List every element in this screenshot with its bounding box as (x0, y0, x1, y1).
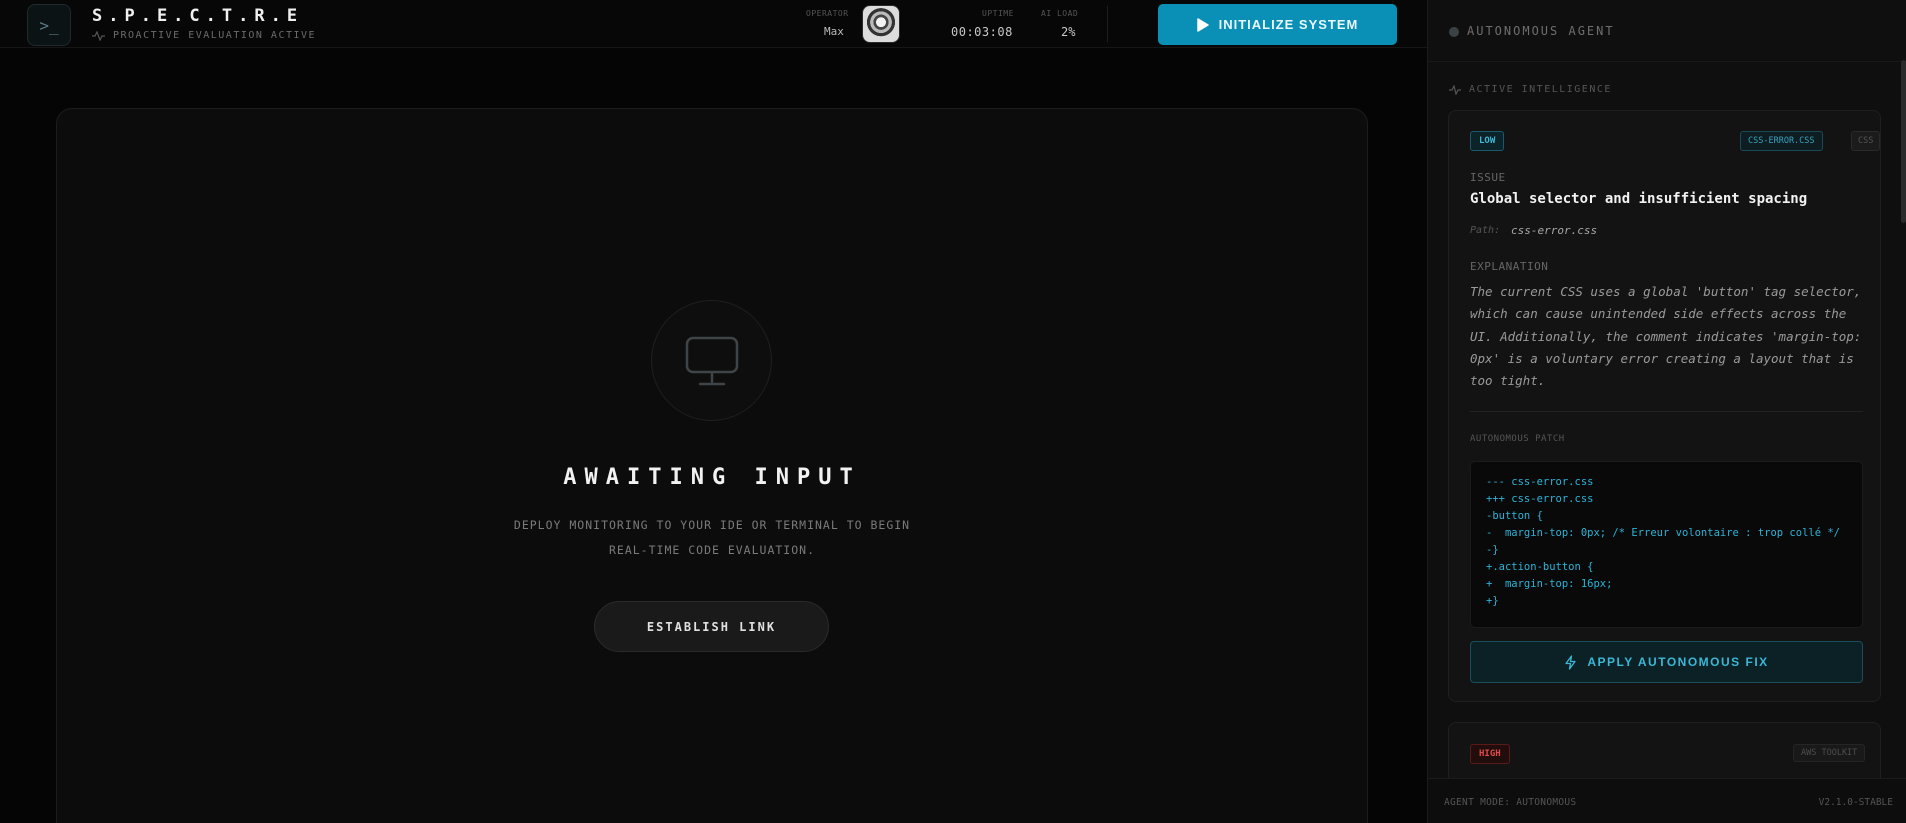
monitor-icon (685, 336, 738, 385)
header-divider (1107, 6, 1108, 42)
explanation-label: EXPLANATION (1470, 260, 1549, 273)
brand-title: S.P.E.C.T.R.E (92, 6, 304, 26)
awaiting-subtitle: DEPLOY MONITORING TO YOUR IDE OR TERMINA… (513, 518, 911, 557)
play-icon (1196, 17, 1209, 32)
top-header: >_ S.P.E.C.T.R.E PROACTIVE EVALUATION AC… (0, 0, 1427, 48)
operator-label: OPERATOR (806, 9, 849, 18)
agent-panel-header: AUTONOMOUS AGENT (1428, 0, 1906, 62)
patch-code-block: --- css-error.css +++ css-error.css -but… (1470, 461, 1863, 628)
activity-icon (1449, 84, 1461, 95)
ai-load-label: AI LOAD (1041, 9, 1079, 18)
uptime-label: UPTIME (982, 9, 1014, 18)
agent-panel: AUTONOMOUS AGENT ACTIVE INTELLIGENCE LOW… (1427, 0, 1906, 823)
initialize-system-button[interactable]: INITIALIZE SYSTEM (1158, 4, 1397, 45)
file-tag: AWS TOOLKIT (1793, 744, 1866, 762)
issue-card: LOW CSS-ERROR.CSS CSS ISSUE Global selec… (1448, 110, 1881, 702)
uptime-value: 00:03:08 (951, 25, 1013, 39)
operator-name: Max (824, 25, 844, 38)
bolt-icon (1565, 654, 1576, 670)
patch-label: AUTONOMOUS PATCH (1470, 434, 1565, 444)
apply-autonomous-fix-button[interactable]: APPLY AUTONOMOUS FIX (1470, 641, 1863, 683)
path-label: Path: (1470, 225, 1501, 236)
agent-mode-text: AGENT MODE: AUTONOMOUS (1444, 797, 1577, 808)
severity-badge-low: LOW (1470, 131, 1505, 151)
file-tag: CSS-ERROR.CSS (1740, 131, 1823, 151)
agent-panel-footer: AGENT MODE: AUTONOMOUS V2.1.0-STABLE (1428, 778, 1906, 823)
agent-panel-title: AUTONOMOUS AGENT (1467, 24, 1615, 38)
active-intelligence-label: ACTIVE INTELLIGENCE (1449, 84, 1612, 95)
agent-status-dot (1449, 27, 1459, 37)
path-value: css-error.css (1511, 224, 1598, 237)
awaiting-title: AWAITING INPUT (563, 465, 861, 490)
language-tag: CSS (1851, 131, 1881, 151)
explanation-text: The current CSS uses a global 'button' t… (1470, 284, 1862, 389)
monitor-badge (651, 300, 772, 421)
card-divider (1470, 411, 1863, 412)
activity-icon (92, 30, 105, 41)
ai-load-value: 2% (1061, 25, 1076, 39)
issue-title: Global selector and insufficient spacing (1470, 191, 1808, 207)
panel-scrollbar[interactable] (1901, 60, 1906, 223)
terminal-icon: >_ (27, 4, 71, 46)
severity-badge-high: HIGH (1470, 744, 1510, 764)
brand-subtitle: PROACTIVE EVALUATION ACTIVE (92, 30, 316, 41)
version-text: V2.1.0-STABLE (1818, 797, 1893, 808)
issue-label: ISSUE (1470, 171, 1506, 184)
avatar[interactable] (862, 5, 900, 43)
establish-link-button[interactable]: ESTABLISH LINK (594, 601, 829, 652)
